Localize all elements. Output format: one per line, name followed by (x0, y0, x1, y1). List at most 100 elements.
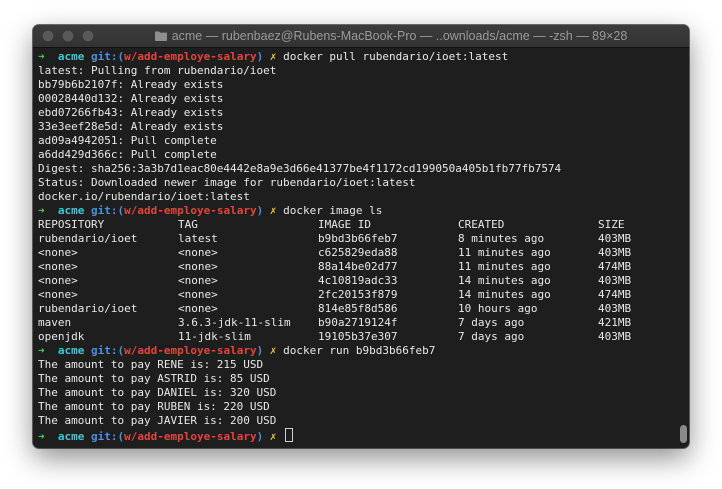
cell-repository: <none> (38, 260, 78, 273)
prompt-git-close: ) (256, 430, 264, 443)
prompt-git-label: git:( (91, 430, 125, 443)
table-row: rubendario/ioet latest b9bd3b66feb7 8 minut… (38, 232, 676, 246)
minimize-button[interactable] (62, 30, 74, 42)
command-text: docker pull rubendario/ioet:latest (283, 50, 509, 63)
cell-repository: <none> (38, 274, 78, 287)
output-line: Status: Downloaded newer image for ruben… (38, 176, 416, 189)
cell-image-id: 4c10819adc33 (318, 274, 398, 287)
table-row: <none> <none> 88a14be02d77 11 minutes ago 47… (38, 260, 676, 274)
close-button[interactable] (42, 30, 54, 42)
cell-repository: rubendario/ioet (38, 232, 138, 245)
cell-created: 14 minutes ago (458, 288, 551, 301)
cell-tag: <none> (178, 274, 218, 287)
prompt-line: ➜ acme git:(w/add-employe-salary) ✗ dock… (38, 204, 676, 218)
window-title-container: acme — rubenbaez@Rubens-MacBook-Pro — ..… (103, 25, 679, 47)
prompt-directory: acme (57, 204, 85, 217)
cell-created: 7 days ago (458, 330, 525, 343)
table-header: REPOSITORY TAG IMAGE ID CREATED SIZE (38, 218, 676, 232)
folder-icon (154, 31, 167, 41)
cell-created: 14 minutes ago (458, 274, 551, 287)
table-row: <none> <none> 4c10819adc33 14 minutes ago 40… (38, 274, 676, 288)
cell-image-id: 814e85f8d586 (318, 302, 398, 315)
cell-tag: latest (178, 232, 218, 245)
output-line: latest: Pulling from rubendario/ioet (38, 64, 277, 77)
cell-created: 11 minutes ago (458, 246, 551, 259)
table-row: <none> <none> 2fc20153f879 14 minutes ago 47… (38, 288, 676, 302)
cell-size: 403MB (598, 232, 632, 245)
table-row: rubendario/ioet <none> 814e85f8d586 10 hour… (38, 302, 676, 316)
title-bar[interactable]: acme — rubenbaez@Rubens-MacBook-Pro — ..… (33, 25, 689, 48)
scrollbar-thumb[interactable] (680, 425, 687, 443)
prompt-directory: acme (57, 344, 85, 357)
cell-image-id: 19105b37e307 (318, 330, 398, 343)
cell-created: 7 days ago (458, 316, 525, 329)
output-line: The amount to pay RUBEN is: 220 USD (38, 400, 270, 413)
cell-size: 421MB (598, 316, 632, 329)
prompt-arrow: ➜ (38, 204, 45, 217)
table-row: <none> <none> c625829eda88 11 minutes ago 40… (38, 246, 676, 260)
cell-size: 474MB (598, 260, 632, 273)
cell-tag: 11-jdk-slim (178, 330, 251, 343)
cell-created: 10 hours ago (458, 302, 538, 315)
output-line: bb79b6b2107f: Already exists (38, 78, 224, 91)
cell-size: 403MB (598, 246, 632, 259)
header-tag: TAG (178, 218, 198, 231)
prompt-branch: w/add-employe-salary (124, 50, 257, 63)
prompt-git-label: git:( (91, 344, 125, 357)
prompt-dirty-mark: ✗ (269, 50, 277, 63)
prompt-dirty-mark: ✗ (269, 430, 277, 443)
command-text: docker run b9bd3b66feb7 (283, 344, 436, 357)
cell-image-id: 2fc20153f879 (318, 288, 398, 301)
cell-image-id: b9bd3b66feb7 (318, 232, 398, 245)
cell-repository: <none> (38, 288, 78, 301)
output-line: The amount to pay RENE is: 215 USD (38, 358, 264, 371)
cell-tag: <none> (178, 288, 218, 301)
terminal-content[interactable]: ➜ acme git:(w/add-employe-salary) ✗ dock… (38, 50, 676, 445)
output-line: Digest: sha256:3a3b7d1eac80e4442e8a9e3d6… (38, 162, 562, 175)
table-row: maven 3.6.3-jdk-11-slim b90a2719124f 7 days… (38, 316, 676, 330)
cell-repository: rubendario/ioet (38, 302, 138, 315)
prompt-git-label: git:( (91, 50, 125, 63)
cell-tag: <none> (178, 260, 218, 273)
cell-size: 403MB (598, 274, 632, 287)
output-line: docker.io/rubendario/ioet:latest (38, 190, 250, 203)
header-image-id: IMAGE ID (318, 218, 371, 231)
prompt-branch: w/add-employe-salary (124, 344, 257, 357)
prompt-git-close: ) (256, 204, 264, 217)
header-created: CREATED (458, 218, 505, 231)
prompt-directory: acme (57, 50, 85, 63)
prompt-git-close: ) (256, 344, 264, 357)
cell-tag: <none> (178, 246, 218, 259)
cell-repository: maven (38, 316, 72, 329)
prompt-line: ➜ acme git:(w/add-employe-salary) ✗ dock… (38, 50, 676, 64)
output-line: ebd07266fb43: Already exists (38, 106, 224, 119)
prompt-arrow: ➜ (38, 430, 45, 443)
prompt-arrow: ➜ (38, 344, 45, 357)
terminal-window: acme — rubenbaez@Rubens-MacBook-Pro — ..… (33, 25, 689, 448)
prompt-line: ➜ acme git:(w/add-employe-salary) ✗ (38, 428, 676, 443)
command-text: docker image ls (283, 204, 383, 217)
text-cursor[interactable] (285, 428, 294, 442)
prompt-branch: w/add-employe-salary (124, 204, 257, 217)
prompt-dirty-mark: ✗ (269, 204, 277, 217)
cell-created: 11 minutes ago (458, 260, 551, 273)
output-line: a6dd429d366c: Pull complete (38, 148, 217, 161)
zoom-button[interactable] (82, 30, 94, 42)
cell-tag: <none> (178, 302, 218, 315)
prompt-arrow: ➜ (38, 50, 45, 63)
prompt-git-close: ) (256, 50, 264, 63)
header-size: SIZE (598, 218, 625, 231)
cell-size: 403MB (598, 330, 632, 343)
cell-repository: openjdk (38, 330, 85, 343)
cell-image-id: 88a14be02d77 (318, 260, 398, 273)
cell-image-id: c625829eda88 (318, 246, 398, 259)
output-line: The amount to pay DANIEL is: 320 USD (38, 386, 277, 399)
table-row: openjdk 11-jdk-slim 19105b37e307 7 days ago… (38, 330, 676, 344)
prompt-line: ➜ acme git:(w/add-employe-salary) ✗ dock… (38, 344, 676, 358)
prompt-git-label: git:( (91, 204, 125, 217)
prompt-branch: w/add-employe-salary (124, 430, 257, 443)
prompt-dirty-mark: ✗ (269, 344, 277, 357)
window-controls (33, 30, 94, 42)
output-line: The amount to pay ASTRID is: 85 USD (38, 372, 270, 385)
output-line: 00028440d132: Already exists (38, 92, 224, 105)
